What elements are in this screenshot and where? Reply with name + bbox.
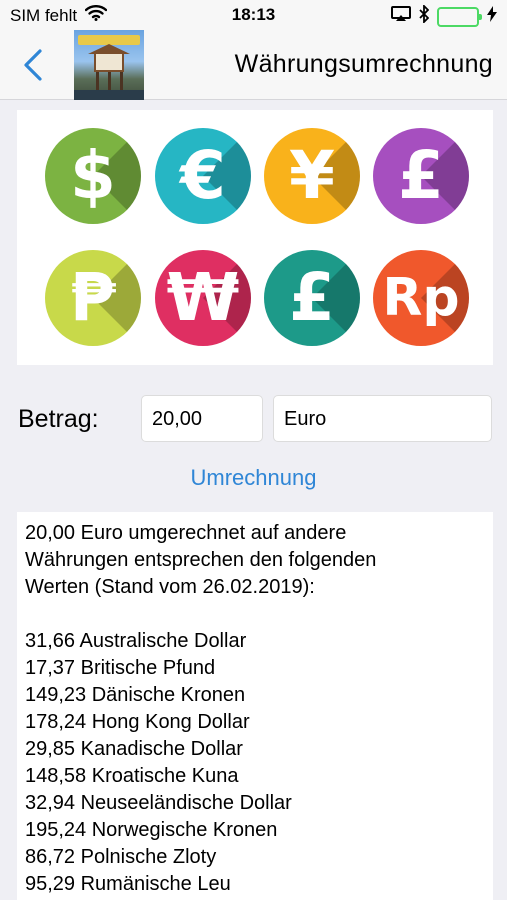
currency-symbol: ₱ [70,259,116,336]
rate-row: 29,85 Kanadische Dollar [25,738,243,760]
result-intro: 20,00 Euro umgerechnet auf andere Währun… [25,522,377,598]
euro-currency-icon: € [155,128,251,224]
currency-symbol: € [180,137,226,214]
battery-icon [437,6,482,27]
navigation-bar: Währungsumrechnung [0,30,507,100]
rate-row: 32,94 Neuseeländische Dollar [25,792,292,814]
rate-row: 31,66 Australische Dollar [25,630,247,652]
won-currency-icon: ₩ [155,250,251,346]
chevron-left-icon [24,49,42,81]
dollar-currency-icon: $ [45,128,141,224]
currency-symbol: ₩ [166,259,240,336]
rate-list: 31,66 Australische Dollar 17,37 Britische… [25,628,485,898]
logo-stilt [120,72,123,92]
pound-currency-icon: £ [373,128,469,224]
peso-currency-icon: ₱ [45,250,141,346]
currency-select[interactable]: Euro [273,395,492,442]
page-title: Währungsumrechnung [234,50,493,78]
app-logo [74,30,144,100]
rate-row: 148,58 Kroatische Kuna [25,765,239,787]
rate-row: 95,29 Rumänische Leu [25,873,231,895]
status-icons [391,3,497,28]
logo-hut [94,52,124,72]
amount-input[interactable]: 20,00 [141,395,263,442]
logo-stilt [96,72,99,92]
rate-row: 17,37 Britische Pfund [25,657,216,679]
status-bar: SIM fehlt 18:13 [0,0,507,30]
rate-row: 195,24 Norwegische Kronen [25,819,278,841]
logo-water [74,90,144,100]
yen-currency-icon: ¥ [264,128,360,224]
rate-row: 149,23 Dänische Kronen [25,684,246,706]
currency-symbol: £ [289,259,335,336]
rupiah-currency-icon: Rp [373,250,469,346]
rate-row: 178,24 Hong Kong Dollar [25,711,250,733]
currency-symbol: Rp [382,268,460,328]
amount-label: Betrag: [18,405,99,433]
result-text: 20,00 Euro umgerechnet auf andere Währun… [17,512,493,900]
currency-symbol: $ [70,137,116,214]
currency-symbol: £ [398,137,444,214]
convert-button[interactable]: Umrechnung [0,465,507,491]
charging-icon [487,6,497,27]
bluetooth-icon [419,3,430,28]
airplay-icon [391,6,411,27]
logo-stilt [108,72,111,92]
pound-teal-currency-icon: £ [264,250,360,346]
currency-symbol: ¥ [289,137,335,214]
currency-banner: $ € ¥ £ ₱ ₩ £ Rp [17,110,493,365]
rate-row: 86,72 Polnische Zloty [25,846,217,868]
back-button[interactable] [20,47,50,83]
